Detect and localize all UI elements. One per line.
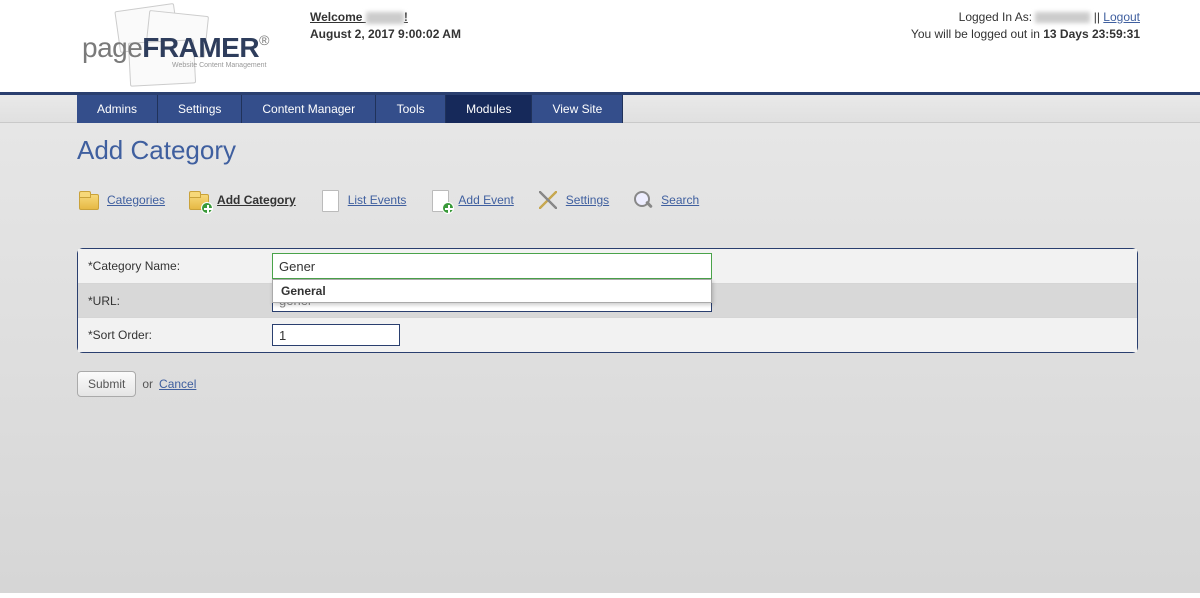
toolbar-add-event[interactable]: Add Event bbox=[428, 188, 513, 212]
nav-admins[interactable]: Admins bbox=[77, 95, 158, 123]
input-sort-order[interactable] bbox=[272, 324, 400, 346]
toolbar-add-event-label[interactable]: Add Event bbox=[458, 193, 513, 207]
logged-in-user-redacted bbox=[1035, 12, 1090, 23]
page-title: Add Category bbox=[77, 135, 1138, 166]
toolbar-settings-label[interactable]: Settings bbox=[566, 193, 609, 207]
nav-modules[interactable]: Modules bbox=[446, 95, 532, 123]
logout-link[interactable]: Logout bbox=[1103, 10, 1140, 24]
welcome-line: Welcome ! bbox=[310, 10, 408, 24]
row-category-name: *Category Name: General bbox=[78, 249, 1137, 284]
logo-text: pageFRAMER® bbox=[82, 32, 269, 64]
page-icon bbox=[318, 188, 342, 212]
toolbar-search[interactable]: Search bbox=[631, 188, 699, 212]
header-date: August 2, 2017 9:00:02 AM bbox=[310, 27, 911, 41]
nav-view-site[interactable]: View Site bbox=[532, 95, 623, 123]
timeout-value: 13 Days 23:59:31 bbox=[1043, 27, 1140, 41]
toolbar-list-events[interactable]: List Events bbox=[318, 188, 407, 212]
label-category-name: *Category Name: bbox=[78, 259, 264, 273]
autocomplete-option[interactable]: General bbox=[281, 284, 326, 298]
header: pageFRAMER® Website Content Management W… bbox=[0, 0, 1200, 95]
logo-part1: page bbox=[82, 32, 142, 63]
logo: pageFRAMER® Website Content Management bbox=[82, 4, 310, 92]
row-sort-order: *Sort Order: bbox=[78, 318, 1137, 352]
separator: || bbox=[1094, 10, 1104, 24]
cancel-link[interactable]: Cancel bbox=[159, 377, 196, 391]
folder-icon bbox=[77, 188, 101, 212]
form-table: *Category Name: General *URL: *Sort Orde… bbox=[77, 248, 1138, 353]
timeout-prefix: You will be logged out in bbox=[911, 27, 1043, 41]
toolbar-add-category-label[interactable]: Add Category bbox=[217, 193, 296, 207]
page-body: Add Category Categories Add Category Lis… bbox=[0, 123, 1200, 593]
search-icon bbox=[631, 188, 655, 212]
toolbar-add-category[interactable]: Add Category bbox=[187, 188, 296, 212]
toolbar-categories[interactable]: Categories bbox=[77, 188, 165, 212]
tools-icon bbox=[536, 188, 560, 212]
folder-plus-icon bbox=[187, 188, 211, 212]
nav-content-manager[interactable]: Content Manager bbox=[242, 95, 376, 123]
toolbar-search-label[interactable]: Search bbox=[661, 193, 699, 207]
logo-subtitle: Website Content Management bbox=[172, 62, 266, 69]
submit-row: Submit or Cancel bbox=[77, 371, 1138, 397]
toolbar-list-events-label[interactable]: List Events bbox=[348, 193, 407, 207]
toolbar-settings[interactable]: Settings bbox=[536, 188, 609, 212]
welcome-suffix: ! bbox=[404, 10, 408, 24]
label-url: *URL: bbox=[78, 294, 264, 308]
submit-button[interactable]: Submit bbox=[77, 371, 136, 397]
main-nav: Admins Settings Content Manager Tools Mo… bbox=[0, 95, 1200, 123]
logged-in-prefix: Logged In As: bbox=[959, 10, 1036, 24]
input-category-name[interactable] bbox=[272, 253, 712, 279]
welcome-username-redacted bbox=[366, 12, 404, 24]
autocomplete-dropdown[interactable]: General bbox=[272, 279, 712, 303]
login-area: Logged In As: || Logout You will be logg… bbox=[911, 4, 1140, 92]
nav-tools[interactable]: Tools bbox=[376, 95, 446, 123]
welcome-area: Welcome ! August 2, 2017 9:00:02 AM bbox=[310, 4, 911, 92]
icon-toolbar: Categories Add Category List Events Add … bbox=[77, 188, 1138, 212]
label-sort-order: *Sort Order: bbox=[78, 328, 264, 342]
logo-part2: FRAMER bbox=[142, 32, 259, 63]
nav-settings[interactable]: Settings bbox=[158, 95, 242, 123]
toolbar-categories-label[interactable]: Categories bbox=[107, 193, 165, 207]
or-text: or bbox=[142, 377, 153, 391]
page-plus-icon bbox=[428, 188, 452, 212]
welcome-prefix: Welcome bbox=[310, 10, 366, 24]
